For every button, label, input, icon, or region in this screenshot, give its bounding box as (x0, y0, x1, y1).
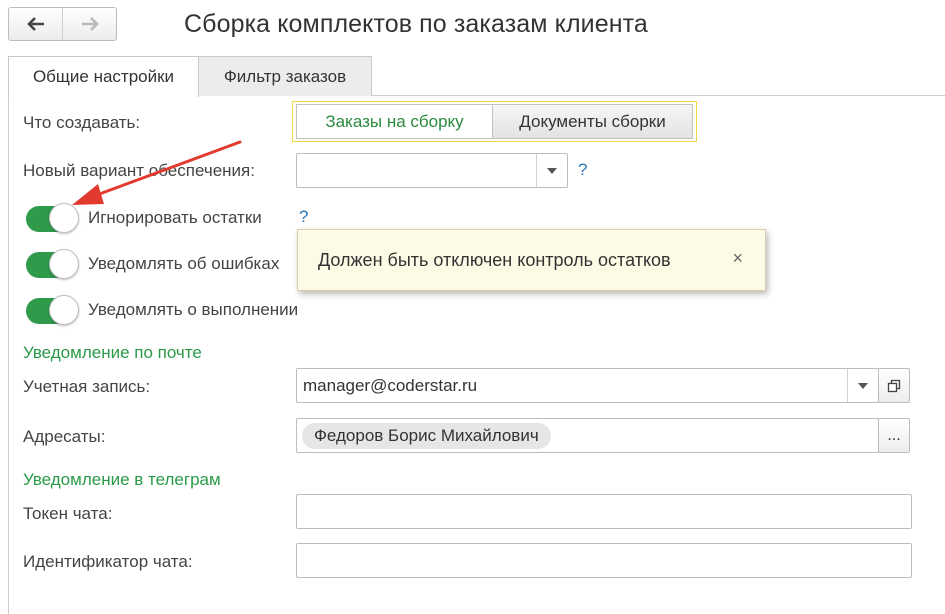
chat-token-label: Токен чата: (23, 504, 113, 523)
tab-order-filter[interactable]: Фильтр заказов (198, 56, 372, 96)
notify-done-label: Уведомлять о выполнении (88, 300, 299, 319)
supply-variant-select[interactable] (296, 153, 568, 188)
chevron-down-icon (547, 167, 557, 174)
window-title: Сборка комплектов по заказам клиента (184, 10, 648, 38)
ignore-stock-toggle[interactable] (26, 203, 79, 233)
tooltip-close-button[interactable]: × (732, 248, 743, 269)
account-label: Учетная запись: (23, 377, 151, 396)
nav-buttons (8, 7, 117, 41)
dropdown-button[interactable] (847, 369, 878, 402)
recipients-more-button[interactable]: ... (878, 418, 910, 453)
forward-button[interactable] (62, 8, 116, 40)
email-section-title: Уведомление по почте (23, 343, 202, 362)
telegram-section-title: Уведомление в телеграм (23, 470, 221, 489)
chat-id-input[interactable] (296, 543, 912, 578)
ignore-stock-help[interactable]: ? (299, 207, 308, 227)
option-assembly-orders[interactable]: Заказы на сборку (296, 104, 493, 139)
notify-errors-toggle[interactable] (26, 249, 79, 279)
back-button[interactable] (9, 8, 62, 40)
toggle-knob (49, 295, 79, 325)
what-to-create-label: Что создавать: (23, 113, 141, 132)
notify-errors-label: Уведомлять об ошибках (88, 254, 280, 273)
chat-id-label: Идентификатор чата: (23, 552, 193, 571)
chat-token-input[interactable] (296, 494, 912, 529)
tab-general-settings[interactable]: Общие настройки (8, 56, 199, 97)
arrow-right-icon (81, 17, 99, 31)
recipients-label: Адресаты: (23, 427, 106, 446)
tab-label: Фильтр заказов (223, 66, 347, 86)
option-assembly-documents[interactable]: Документы сборки (492, 104, 693, 139)
tooltip-text: Должен быть отключен контроль остатков (318, 250, 671, 270)
dropdown-button[interactable] (536, 154, 567, 187)
supply-variant-help[interactable]: ? (578, 160, 587, 180)
help-tooltip: Должен быть отключен контроль остатков × (297, 229, 766, 291)
recipient-chip[interactable]: Федоров Борис Михайлович (302, 423, 551, 449)
toggle-knob (49, 203, 79, 233)
notify-done-toggle[interactable] (26, 295, 79, 325)
account-value: manager@coderstar.ru (303, 376, 478, 395)
arrow-left-icon (26, 17, 44, 31)
account-select[interactable]: manager@coderstar.ru (296, 368, 879, 403)
content-border (8, 96, 9, 614)
ignore-stock-label: Игнорировать остатки (88, 208, 262, 227)
open-account-button[interactable] (878, 368, 910, 403)
supply-variant-label: Новый вариант обеспечения: (23, 161, 255, 180)
tab-label: Общие настройки (32, 67, 175, 86)
toggle-knob (49, 249, 79, 279)
chevron-down-icon (858, 382, 868, 389)
open-window-icon (887, 379, 901, 392)
